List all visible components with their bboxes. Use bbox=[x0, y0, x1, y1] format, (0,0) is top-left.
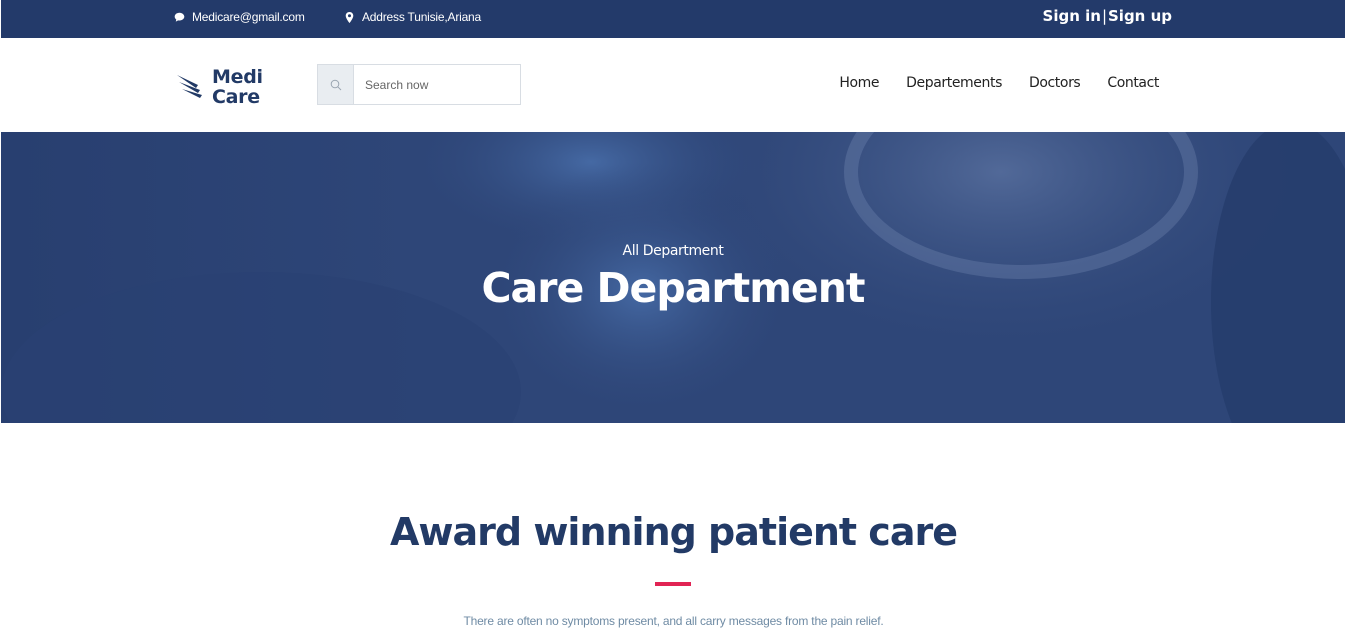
chat-bubble-icon bbox=[174, 12, 185, 22]
address-text: Address Tunisie,Ariana bbox=[362, 10, 481, 24]
nav-home[interactable]: Home bbox=[839, 75, 879, 91]
logo-text: Medi Care bbox=[212, 67, 263, 107]
logo-line-2: Care bbox=[212, 86, 260, 108]
main-nav: Home Departements Doctors Contact bbox=[839, 75, 1159, 91]
nav-departements[interactable]: Departements bbox=[906, 75, 1002, 91]
search-button[interactable] bbox=[318, 65, 354, 104]
logo-line-1: Medi bbox=[212, 66, 263, 88]
hero-title: Care Department bbox=[481, 264, 865, 312]
sign-up-link[interactable]: Sign up bbox=[1108, 7, 1172, 25]
section-title: Award winning patient care bbox=[389, 510, 958, 554]
hero-subtitle: All Department bbox=[622, 243, 724, 259]
search-input[interactable] bbox=[354, 65, 520, 104]
nav-doctors[interactable]: Doctors bbox=[1029, 75, 1081, 91]
section-description: There are often no symptoms present, and… bbox=[463, 614, 884, 628]
email-text: Medicare@gmail.com bbox=[192, 10, 305, 24]
search-box bbox=[317, 64, 521, 105]
contact-email: Medicare@gmail.com bbox=[174, 10, 305, 24]
auth-links: Sign in | Sign up bbox=[1043, 7, 1172, 25]
nav-contact[interactable]: Contact bbox=[1107, 75, 1159, 91]
wing-logo-icon bbox=[177, 75, 202, 98]
auth-separator: | bbox=[1101, 7, 1107, 25]
title-divider bbox=[655, 582, 691, 586]
main-header: Medi Care Home Departements Doctors Cont… bbox=[1, 38, 1345, 132]
search-icon bbox=[330, 79, 341, 90]
contact-address: Address Tunisie,Ariana bbox=[344, 10, 481, 24]
hero-banner: All Department Care Department bbox=[1, 132, 1345, 423]
sign-in-link[interactable]: Sign in bbox=[1043, 7, 1101, 25]
map-pin-icon bbox=[345, 11, 354, 23]
site-logo[interactable]: Medi Care bbox=[176, 67, 263, 107]
top-bar: Medicare@gmail.com Address Tunisie,Arian… bbox=[1, 0, 1345, 38]
